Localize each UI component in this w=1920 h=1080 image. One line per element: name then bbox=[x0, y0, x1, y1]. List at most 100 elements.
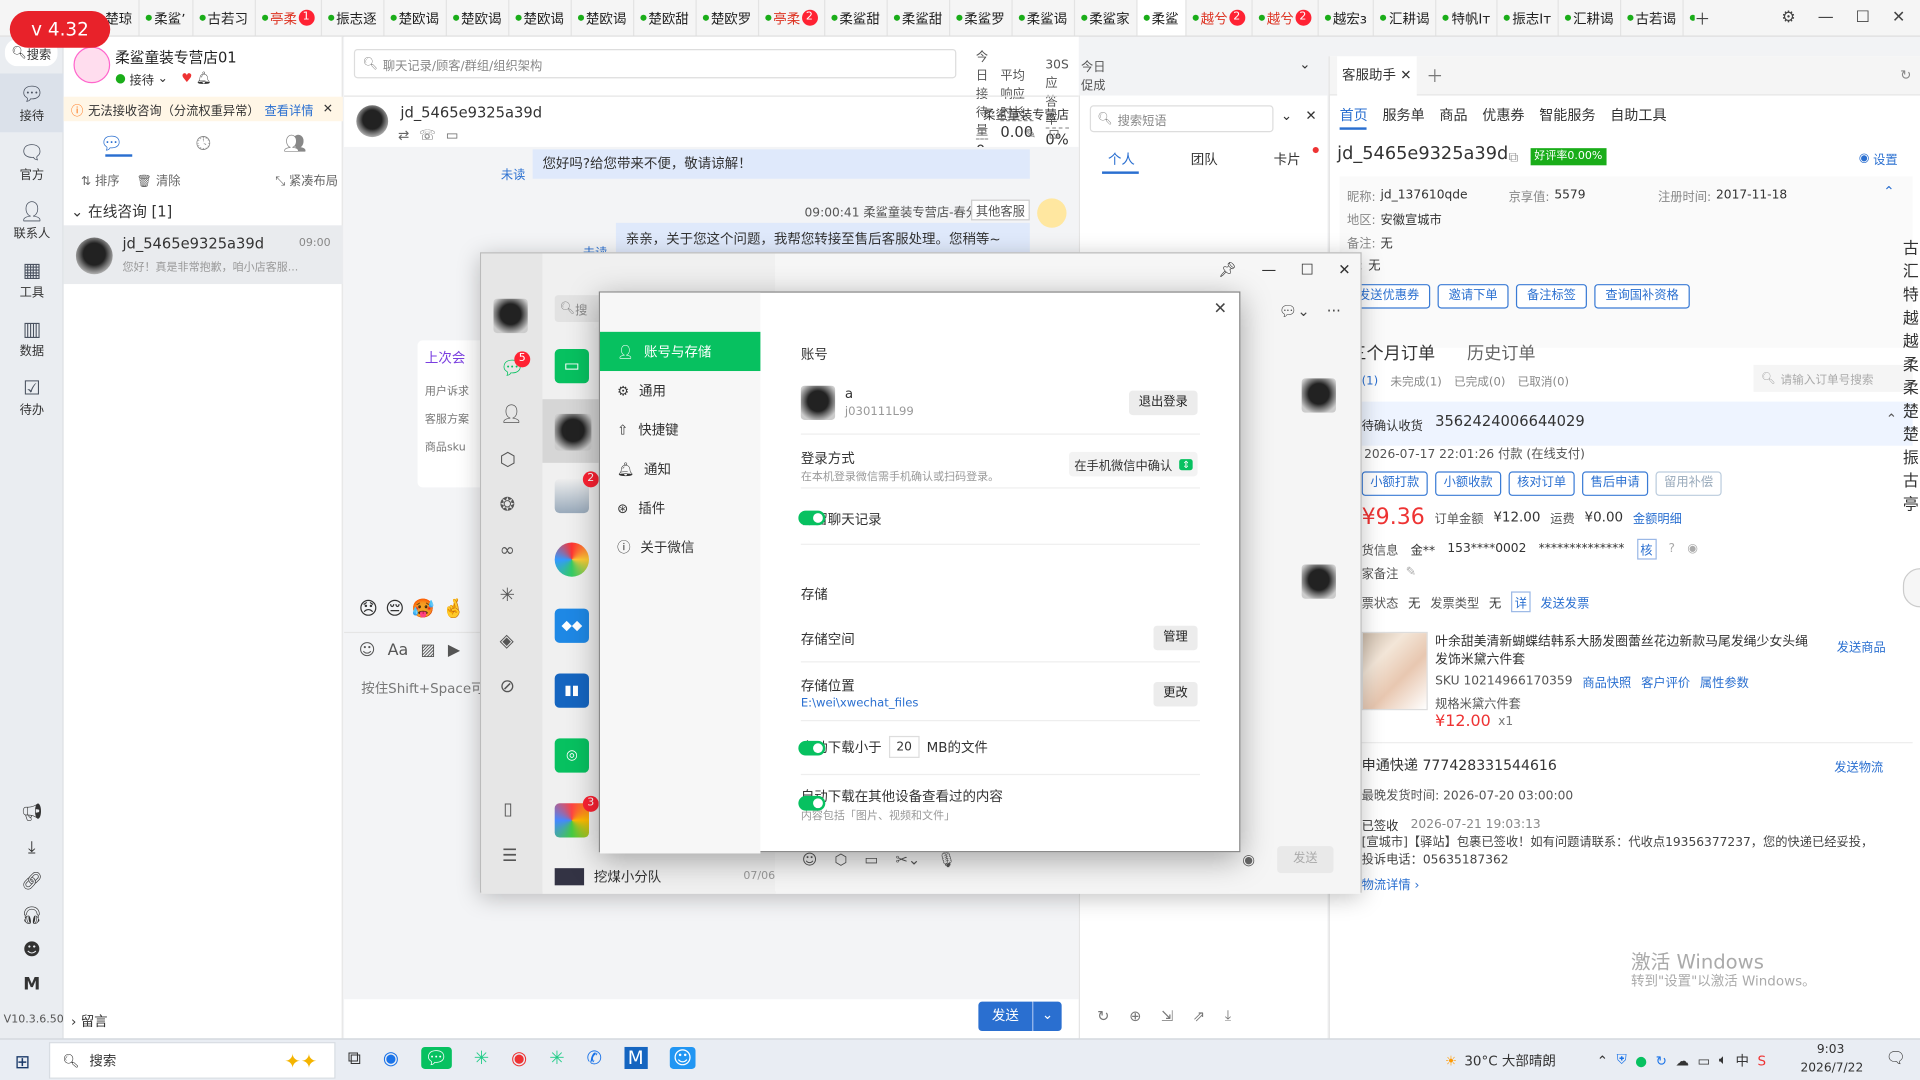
app-icon[interactable]: ✳ bbox=[474, 1047, 489, 1069]
more-icon[interactable]: ··· bbox=[1327, 302, 1341, 319]
channels-icon[interactable]: ∞ bbox=[500, 539, 523, 561]
settings-menu-item[interactable]: ⚙ 通用 bbox=[600, 371, 760, 410]
order-action-button[interactable]: 售后申请 bbox=[1582, 471, 1649, 496]
edge-icon[interactable]: ◉ bbox=[383, 1047, 399, 1069]
headset-icon[interactable]: 🎧︎ bbox=[21, 906, 43, 926]
nav-item-data[interactable]: ▥ 数据 bbox=[0, 309, 64, 368]
shop-tab[interactable]: 古若习 bbox=[193, 0, 256, 36]
close-icon[interactable]: ✕ bbox=[1338, 261, 1350, 278]
shop-tab[interactable]: 柔鲨ʼ bbox=[140, 0, 193, 36]
wechat-icon[interactable]: 💬︎ bbox=[420, 1046, 452, 1069]
menu-icon[interactable]: ☰ bbox=[502, 846, 517, 866]
settings-menu-item[interactable]: ⓘ 关于微信 bbox=[600, 528, 760, 567]
collapsed-shop-char[interactable]: 振 bbox=[1902, 447, 1920, 470]
shop-tab[interactable]: 楚欧罗 bbox=[696, 0, 759, 36]
clear-button[interactable]: 🗑︎ 清除 bbox=[137, 170, 181, 188]
close-icon[interactable]: ✕ bbox=[323, 102, 333, 115]
refresh-icon[interactable]: ↻ bbox=[1900, 67, 1911, 83]
folder-icon[interactable]: ▭ bbox=[864, 851, 878, 868]
auto-download-size-input[interactable]: 20 bbox=[888, 735, 920, 758]
nav-item-todo[interactable]: ☑ 待办 bbox=[0, 367, 64, 426]
expand-icon[interactable]: ⌄ bbox=[1281, 108, 1292, 124]
plus-icon[interactable]: ＋ bbox=[1694, 6, 1710, 29]
megaphone-icon[interactable]: 📢︎ bbox=[21, 803, 43, 823]
maximize-icon[interactable]: ☐ bbox=[1856, 9, 1870, 27]
collapsed-shop-char[interactable]: 古 bbox=[1902, 238, 1920, 261]
session-item[interactable]: jd_5465e9325a39d 09:00 您好！真是非常抱歉，咱小店客服..… bbox=[63, 225, 343, 285]
collapsed-shop-char[interactable]: 越 bbox=[1902, 307, 1920, 330]
emoji-icon[interactable]: 😞 bbox=[359, 598, 378, 620]
order-action-button[interactable]: 留用补偿 bbox=[1655, 471, 1722, 496]
emoji-icon[interactable]: 🥵 bbox=[412, 598, 435, 620]
order-filter[interactable]: 未完成(1) bbox=[1390, 372, 1441, 389]
plus-icon[interactable]: ＋ bbox=[1426, 63, 1443, 87]
weather[interactable]: ☀ 30°C 大部晴朗 bbox=[1445, 1051, 1556, 1071]
shop-tab[interactable]: 古若谒 bbox=[1621, 0, 1684, 36]
app-icon[interactable]: ✆ bbox=[587, 1047, 602, 1069]
shop-tab[interactable]: 柔鲨甜 bbox=[825, 0, 888, 36]
download-icon[interactable]: ⤓ bbox=[1225, 1007, 1232, 1025]
order-action-button[interactable]: 小额打款 bbox=[1361, 471, 1428, 496]
video-icon[interactable]: ▶ bbox=[448, 642, 460, 660]
ime-indicator[interactable]: 中 bbox=[1735, 1051, 1748, 1071]
clock-date[interactable]: 2026/7/22 bbox=[1795, 1062, 1868, 1075]
shop-tab[interactable]: 楚欧谒 bbox=[446, 0, 509, 36]
collapse-icon[interactable]: ⌃ bbox=[1883, 184, 1894, 200]
tab-history-orders[interactable]: 历史订单 bbox=[1467, 340, 1536, 364]
image-icon[interactable]: ▨ bbox=[421, 642, 436, 660]
nav-item-message[interactable]: 🗨︎ 官方 bbox=[0, 132, 64, 191]
download-icon[interactable]: ⤓ bbox=[28, 838, 36, 858]
order-action-button[interactable]: 小额收款 bbox=[1435, 471, 1502, 496]
favorites-icon[interactable]: ⬡ bbox=[835, 851, 848, 868]
settings-menu-item[interactable]: 👤︎ 账号与存储 bbox=[600, 331, 761, 372]
manage-storage-button[interactable]: 管理 bbox=[1153, 625, 1198, 651]
cloud-icon[interactable]: ☁ bbox=[1675, 1052, 1688, 1068]
shop-tab[interactable]: 越宏з bbox=[1318, 0, 1375, 36]
collapsed-shop-char[interactable]: 特 bbox=[1902, 284, 1920, 307]
keep-history-toggle[interactable] bbox=[798, 510, 826, 526]
collapsed-shop-char[interactable]: 楚 bbox=[1902, 424, 1920, 447]
transfer-icon[interactable]: ⇄ bbox=[398, 127, 409, 143]
close-icon[interactable]: ✕ bbox=[1892, 9, 1905, 27]
edit-icon[interactable]: ✎ bbox=[1406, 566, 1416, 579]
send-invoice-link[interactable]: 发送发票 bbox=[1540, 593, 1589, 611]
shop-tab[interactable]: 汇耕谒 bbox=[1374, 0, 1437, 36]
chevron-up-icon[interactable]: ⌃ bbox=[1597, 1052, 1608, 1068]
notification-icon[interactable]: 🗨︎ bbox=[1886, 1049, 1906, 1067]
help-icon[interactable]: ? bbox=[1668, 542, 1675, 555]
collapse-icon[interactable]: ⌃ bbox=[1886, 411, 1897, 427]
alert-detail-link[interactable]: 查看详情 bbox=[264, 100, 313, 118]
assistant-nav-item[interactable]: 自助工具 bbox=[1610, 105, 1666, 125]
phone-icon[interactable]: ☏ bbox=[419, 127, 436, 143]
games-icon[interactable]: ⊘ bbox=[500, 675, 523, 697]
close-icon[interactable]: ✕ bbox=[1214, 300, 1227, 318]
font-icon[interactable]: Aa bbox=[388, 642, 409, 660]
nav-item-contact[interactable]: 👤︎ 联系人 bbox=[0, 191, 64, 250]
compact-button[interactable]: ⤡ 紧凑布局 bbox=[275, 170, 338, 188]
shield-icon[interactable]: ⛨ bbox=[1617, 1052, 1627, 1069]
shop-tab[interactable]: 柔鲨谒 bbox=[1012, 0, 1075, 36]
app-avatar[interactable]: ◎ bbox=[554, 738, 589, 773]
auto-download-toggle[interactable] bbox=[798, 740, 826, 756]
snapshot-link[interactable]: 商品快照 bbox=[1582, 672, 1631, 690]
settings-link[interactable]: ◉ 设置 bbox=[1859, 149, 1898, 168]
file-transfer-icon[interactable]: ▭ bbox=[554, 348, 589, 384]
taskbar-search[interactable]: 🔍︎ 搜索 ✦✦ bbox=[48, 1042, 336, 1079]
discover-icon[interactable]: ✳ bbox=[500, 584, 523, 606]
app-icon[interactable]: ✳ bbox=[549, 1047, 564, 1069]
copy-icon[interactable]: ⧉ bbox=[1509, 149, 1519, 166]
tab-card[interactable]: 卡片 bbox=[1274, 149, 1301, 169]
phrase-search[interactable]: 🔍︎ 搜索短语 bbox=[1089, 105, 1274, 133]
assistant-tab[interactable]: 客服助手 ✕ bbox=[1337, 55, 1417, 95]
shop-tab[interactable]: 振志Iт bbox=[1498, 0, 1559, 36]
detail-badge[interactable]: 详 bbox=[1511, 591, 1531, 613]
minimize-icon[interactable]: — bbox=[1818, 9, 1834, 27]
wechat-tray-icon[interactable]: ● bbox=[1635, 1052, 1647, 1068]
add-icon[interactable]: ⊕ bbox=[1129, 1007, 1141, 1024]
emoji-icon[interactable]: ☺ bbox=[359, 642, 376, 660]
shop-tab[interactable]: 汇耕谒 bbox=[1558, 0, 1621, 36]
reviews-link[interactable]: 客户评价 bbox=[1641, 672, 1690, 690]
miniprogram-icon[interactable]: ◈ bbox=[500, 629, 523, 651]
app-tray-icon[interactable]: S bbox=[1758, 1052, 1767, 1068]
shop-tab[interactable]: 楚欧谒 bbox=[571, 0, 634, 36]
